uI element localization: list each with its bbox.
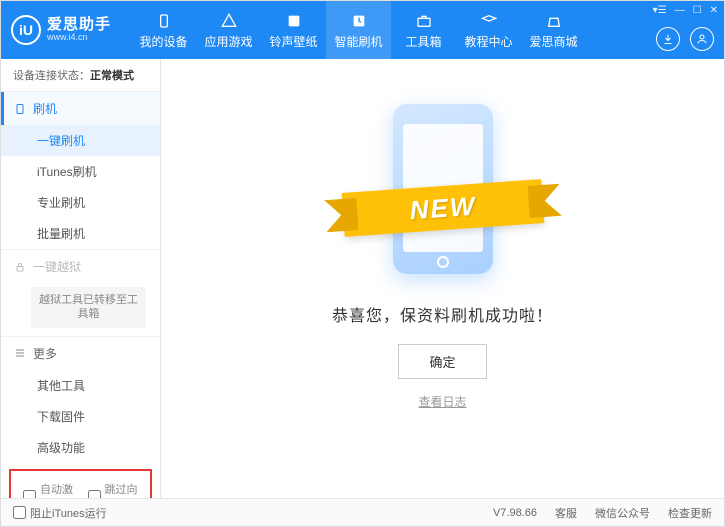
- checkbox-auto-activate[interactable]: 自动激活: [23, 481, 74, 498]
- store-icon: [544, 11, 564, 31]
- footer-support[interactable]: 客服: [555, 505, 577, 521]
- window-controls: ▾☰ — ☐ ✕: [653, 5, 718, 16]
- nav-apps-games[interactable]: 应用游戏: [196, 1, 261, 59]
- sidebar-section-flash[interactable]: 刷机: [1, 92, 160, 125]
- version-label: V7.98.66: [493, 507, 537, 519]
- sidebar-item-pro-flash[interactable]: 专业刷机: [1, 187, 160, 218]
- checkbox-block-itunes[interactable]: 阻止iTunes运行: [13, 505, 107, 521]
- sidebar-item-oneclick-flash[interactable]: 一键刷机: [1, 125, 160, 156]
- sidebar-section-jailbreak: 一键越狱: [1, 250, 160, 283]
- logo-icon: iU: [11, 15, 41, 45]
- flash-icon: [349, 11, 369, 31]
- toolbox-icon: [414, 11, 434, 31]
- nav-toolbox[interactable]: 工具箱: [391, 1, 456, 59]
- nav-my-device[interactable]: 我的设备: [131, 1, 196, 59]
- nav-ringtones[interactable]: 铃声壁纸: [261, 1, 326, 59]
- nav-bar: 我的设备 应用游戏 铃声壁纸 智能刷机 工具箱 教程中心: [131, 1, 586, 59]
- jailbreak-notice: 越狱工具已转移至工具箱: [31, 287, 146, 328]
- activation-options: 自动激活 跳过向导: [9, 469, 152, 498]
- tutorial-icon: [479, 11, 499, 31]
- window-maximize-icon[interactable]: ☐: [693, 5, 702, 16]
- sidebar-item-download-firmware[interactable]: 下载固件: [1, 401, 160, 432]
- download-button[interactable]: [656, 27, 680, 51]
- ringtone-icon: [284, 11, 304, 31]
- footer-wechat[interactable]: 微信公众号: [595, 505, 650, 521]
- footer-check-update[interactable]: 检查更新: [668, 505, 712, 521]
- window-minimize-icon[interactable]: —: [675, 5, 685, 16]
- app-header: ▾☰ — ☐ ✕ iU 爱思助手 www.i4.cn 我的设备 应用游戏 铃声壁: [1, 1, 724, 59]
- sidebar-item-other-tools[interactable]: 其他工具: [1, 370, 160, 401]
- lock-icon: [13, 260, 27, 274]
- sidebar-item-batch-flash[interactable]: 批量刷机: [1, 218, 160, 249]
- sidebar-item-advanced[interactable]: 高级功能: [1, 432, 160, 463]
- user-button[interactable]: [690, 27, 714, 51]
- footer: 阻止iTunes运行 V7.98.66 客服 微信公众号 检查更新: [1, 498, 724, 526]
- sidebar-section-more[interactable]: 更多: [1, 337, 160, 370]
- main-content: NEW 恭喜您，保资料刷机成功啦！ 确定 查看日志: [161, 59, 724, 498]
- phone-icon: [154, 11, 174, 31]
- view-log-link[interactable]: 查看日志: [418, 393, 466, 410]
- new-ribbon: NEW: [341, 179, 544, 237]
- app-url: www.i4.cn: [47, 33, 111, 43]
- window-menu-icon[interactable]: ▾☰: [653, 5, 667, 16]
- more-icon: [13, 346, 27, 360]
- window-close-icon[interactable]: ✕: [710, 5, 718, 16]
- app-title: 爱思助手: [47, 17, 111, 34]
- nav-tutorials[interactable]: 教程中心: [456, 1, 521, 59]
- checkbox-skip-setup[interactable]: 跳过向导: [88, 481, 139, 498]
- nav-smart-flash[interactable]: 智能刷机: [326, 1, 391, 59]
- sidebar-item-itunes-flash[interactable]: iTunes刷机: [1, 156, 160, 187]
- success-message: 恭喜您，保资料刷机成功啦！: [332, 302, 553, 326]
- nav-store[interactable]: 爱思商城: [521, 1, 586, 59]
- sidebar: 设备连接状态：正常模式 刷机 一键刷机 iTunes刷机 专业刷机 批量刷机 一…: [1, 59, 161, 498]
- connection-status: 设备连接状态：正常模式: [1, 59, 160, 92]
- ok-button[interactable]: 确定: [398, 344, 486, 379]
- success-illustration: NEW: [343, 94, 543, 284]
- flash-section-icon: [13, 102, 27, 116]
- logo: iU 爱思助手 www.i4.cn: [11, 15, 131, 45]
- apps-icon: [219, 11, 239, 31]
